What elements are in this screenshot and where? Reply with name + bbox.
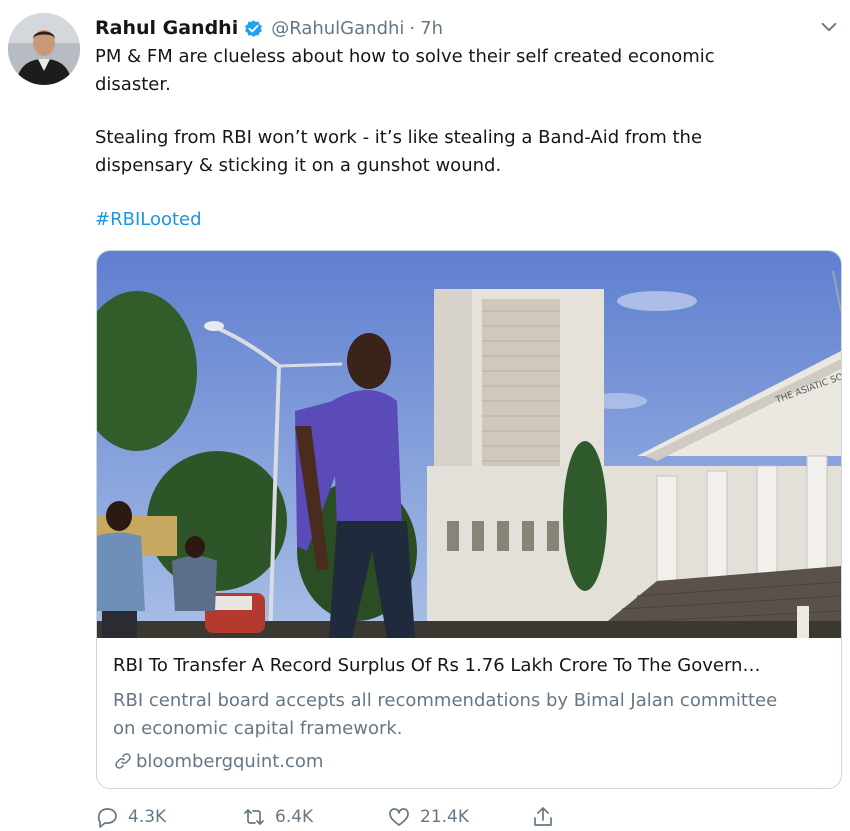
retweet-count: 6.4K	[275, 807, 314, 827]
card-description-line: RBI central board accepts all recommenda…	[113, 690, 778, 711]
like-count: 21.4K	[420, 807, 469, 827]
separator-dot: ·	[409, 17, 416, 39]
author-avatar[interactable]	[8, 13, 80, 85]
reply-count: 4.3K	[128, 807, 167, 827]
link-preview-card[interactable]: THE ASIATIC SOCIETY RBI To Transfer A Re…	[96, 250, 842, 789]
card-domain[interactable]: bloombergquint.com	[113, 747, 323, 775]
reply-button[interactable]: 4.3K	[95, 803, 166, 831]
verified-badge-icon	[245, 19, 263, 37]
avatar-photo	[8, 13, 80, 85]
tweet-header: Rahul Gandhi @RahulGandhi · 7h	[95, 14, 443, 42]
tweet-actions: 4.3K 6.4K 21.4K	[95, 803, 575, 831]
like-icon	[389, 808, 409, 826]
tweet-text-line: dispensary & sticking it on a gunshot wo…	[95, 155, 502, 176]
hashtag-link[interactable]: #RBILooted	[95, 206, 815, 234]
link-icon	[115, 753, 131, 769]
tweet-timestamp[interactable]: 7h	[420, 18, 443, 39]
card-description-line: on economic capital framework.	[113, 718, 403, 739]
card-title[interactable]: RBI To Transfer A Record Surplus Of Rs 1…	[113, 655, 760, 676]
share-icon	[534, 807, 552, 826]
tweet-text-line: Stealing from RBI won’t work - it’s like…	[95, 127, 703, 148]
reply-icon	[97, 808, 117, 828]
author-handle[interactable]: @RahulGandhi	[271, 18, 404, 39]
card-image: THE ASIATIC SOCIETY	[97, 251, 841, 638]
card-domain-text: bloombergquint.com	[136, 750, 324, 772]
tweet-text-line: disaster.	[95, 74, 171, 95]
share-button[interactable]	[531, 803, 564, 831]
retweet-icon	[244, 809, 264, 825]
retweet-button[interactable]: 6.4K	[242, 803, 313, 831]
rbi-building-photo: THE ASIATIC SOCIETY	[97, 251, 841, 638]
author-name[interactable]: Rahul Gandhi	[95, 17, 238, 39]
chevron-down-icon[interactable]	[818, 16, 840, 38]
tweet-text-line: PM & FM are clueless about how to solve …	[95, 46, 715, 67]
like-button[interactable]: 21.4K	[387, 803, 469, 831]
